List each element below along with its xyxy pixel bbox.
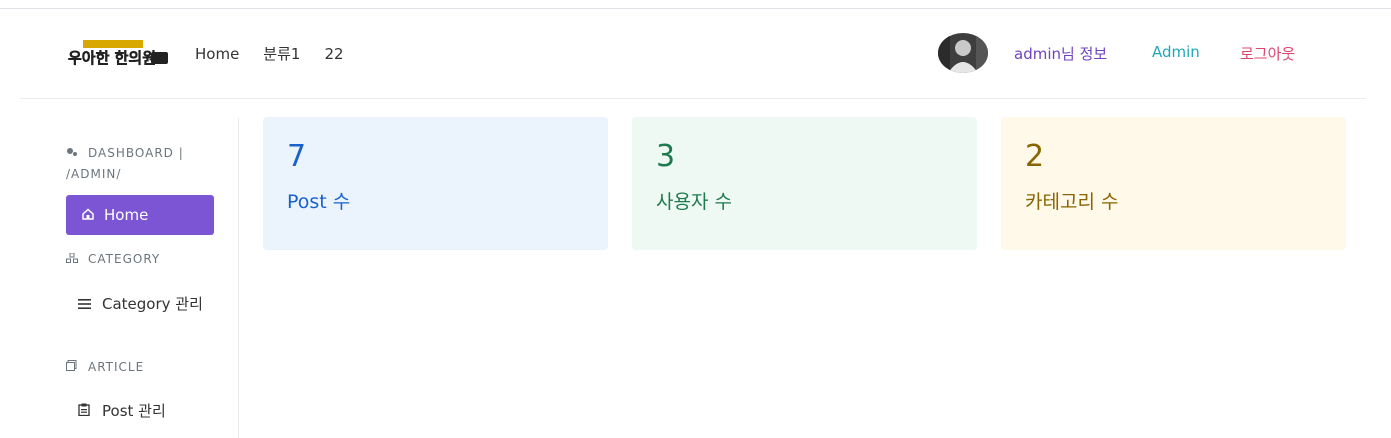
sidebar-heading-article: ARTICLE — [66, 357, 144, 378]
category-count-card: 2 카테고리 수 — [1001, 117, 1346, 250]
sidebar-heading-dashboard: DASHBOARD | /ADMIN/ — [66, 143, 206, 185]
logout-link[interactable]: 로그아웃 — [1240, 43, 1295, 64]
nav-link-22[interactable]: 22 — [324, 45, 343, 63]
user-count-label: 사용자 수 — [656, 191, 732, 213]
category-count-value: 2 — [1025, 139, 1045, 174]
post-count-card: 7 Post 수 — [263, 117, 608, 250]
svg-text:우아한 한의원: 우아한 한의원 — [68, 49, 156, 67]
sidebar-heading-category: CATEGORY — [66, 249, 160, 270]
nav-link-category1[interactable]: 분류1 — [263, 43, 300, 64]
sidebar-item-home[interactable]: Home — [66, 195, 214, 235]
home-icon — [82, 195, 96, 235]
category-count-label: 카테고리 수 — [1025, 191, 1119, 213]
sidebar: DASHBOARD | /ADMIN/ Home CATEGORY Catego… — [20, 118, 239, 438]
admin-link[interactable]: Admin — [1152, 43, 1200, 61]
nav-link-home[interactable]: Home — [195, 45, 239, 63]
sidebar-item-category-manage[interactable]: Category 관리 — [78, 293, 208, 315]
user-info-link[interactable]: admin님 정보 — [1014, 43, 1107, 64]
post-count-label: Post 수 — [287, 191, 351, 213]
dashboard-icon — [66, 143, 80, 164]
post-count-value: 7 — [287, 139, 307, 174]
top-navbar: 우아한 한의원 Home 분류1 22 admin님 정보 Admin 로그아웃 — [20, 9, 1366, 99]
sidebar-item-post-manage[interactable]: Post 관리 — [78, 400, 166, 422]
user-count-value: 3 — [656, 139, 676, 174]
list-icon — [78, 293, 94, 315]
avatar[interactable] — [938, 33, 988, 73]
category-icon — [66, 249, 80, 270]
article-icon — [66, 357, 80, 378]
site-logo[interactable]: 우아한 한의원 — [67, 39, 169, 69]
nav-links: Home 분류1 22 — [195, 43, 368, 64]
clipboard-icon — [78, 400, 94, 422]
user-count-card: 3 사용자 수 — [632, 117, 977, 250]
